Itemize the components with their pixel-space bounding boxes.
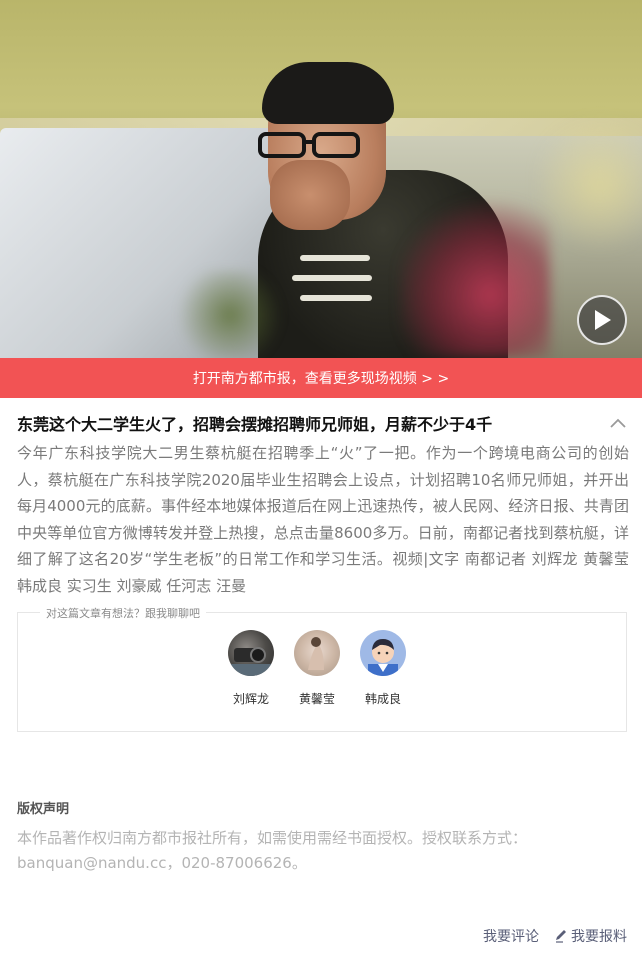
copyright-title: 版权声明 [17,802,70,817]
author-item[interactable]: 黄馨莹 [294,630,340,707]
author-name: 黄馨莹 [298,692,335,706]
open-app-banner[interactable]: 打开南方都市报，查看更多现场视频 > > [0,358,642,398]
video-frame-detail [300,295,372,301]
article-summary: 今年广东科技学院大二男生蔡杭艇在招聘季上“火”了一把。作为一个跨境电商公司的创始… [17,444,629,595]
video-frame-detail [258,132,360,158]
comment-box-legend: 对这篇文章有想法？跟我聊聊吧 [40,605,206,621]
play-button[interactable] [577,295,627,345]
video-frame-detail [270,160,350,230]
author-item[interactable]: 韩成良 [360,630,406,707]
open-app-banner-label: 打开南方都市报，查看更多现场视频 > > [192,371,450,387]
report-link-label: 我要报料 [571,929,627,945]
comment-link-label: 我要评论 [483,929,539,945]
comment-link[interactable]: 我要评论 [483,926,539,946]
article-header: 东莞这个大二学生火了，招聘会摆摊招聘师兄师姐，月薪不少于4千 [17,408,629,438]
video-frame-detail [262,62,394,124]
video-frame-detail [300,255,370,261]
author-name: 刘辉龙 [232,692,269,706]
copyright-text: 本作品著作权归南方都市报社所有，如需使用需经书面授权。授权联系方式：banqua… [17,829,528,872]
video-frame-detail [540,110,642,260]
report-link[interactable]: 我要报料 [555,926,627,946]
chevron-up-icon[interactable] [607,412,629,434]
author-item[interactable]: 刘辉龙 [228,630,274,707]
pen-icon [556,930,566,943]
video-player[interactable] [0,0,642,358]
article-headline: 东莞这个大二学生火了，招聘会摆摊招聘师兄师姐，月薪不少于4千 [17,415,493,434]
avatar [360,630,406,676]
author-name: 韩成良 [364,692,401,706]
avatar [294,630,340,676]
play-icon [595,310,611,330]
video-frame-detail [170,270,290,358]
avatar [228,630,274,676]
footer-actions: 我要评论 我要报料 [483,926,627,946]
video-frame-detail [292,275,372,281]
author-list: 刘辉龙 黄馨莹 韩成良 [228,630,406,707]
video-frame-detail [400,200,550,358]
